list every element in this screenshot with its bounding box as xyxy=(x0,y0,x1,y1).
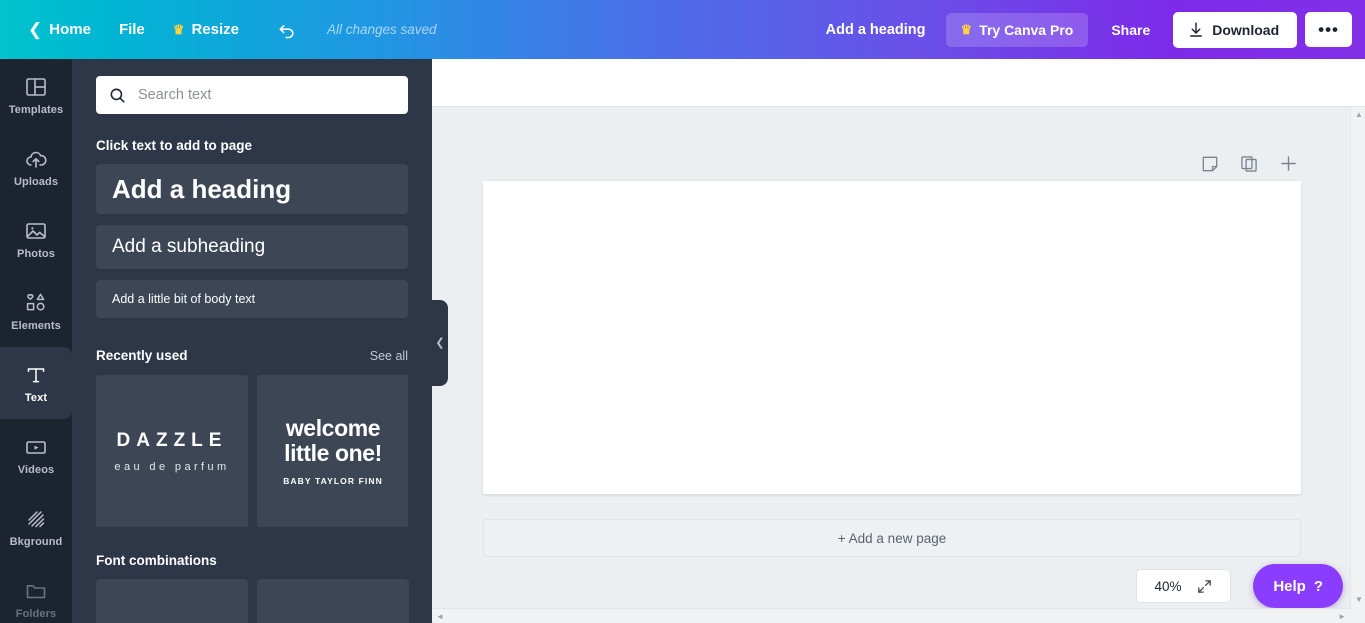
canva-editor: ❮ Home File ♛ Resize All changes saved A… xyxy=(0,0,1365,623)
search-box[interactable] xyxy=(96,76,408,114)
sidebar-label: Bkground xyxy=(9,535,63,548)
scroll-right-arrow[interactable]: ► xyxy=(1338,613,1346,621)
left-rail: Templates Uploads Photos Elements Text V… xyxy=(0,59,72,623)
home-button[interactable]: ❮ Home xyxy=(14,13,105,46)
sidebar-label: Text xyxy=(24,391,48,404)
help-button[interactable]: Help ? xyxy=(1253,564,1343,608)
text-panel: Click text to add to page Add a heading … xyxy=(72,59,432,623)
more-options-button[interactable]: ••• xyxy=(1305,12,1352,47)
home-label: Home xyxy=(49,21,91,38)
try-pro-label: Try Canva Pro xyxy=(979,21,1074,38)
add-new-page-button[interactable]: + Add a new page xyxy=(483,519,1301,557)
sidebar-label: Elements xyxy=(11,319,61,332)
sidebar-label: Folders xyxy=(15,607,57,620)
share-label: Share xyxy=(1111,21,1151,38)
add-heading-item[interactable]: Add a heading xyxy=(96,164,408,214)
resize-label: Resize xyxy=(191,21,239,38)
zoom-control[interactable]: 40% xyxy=(1136,569,1231,603)
duplicate-page-icon[interactable] xyxy=(1239,154,1259,174)
recently-used-title: Recently used xyxy=(96,348,188,363)
thumb-line-3: BABY TAYLOR FINN xyxy=(283,476,383,487)
download-label: Download xyxy=(1212,21,1280,38)
font-combinations-row xyxy=(96,579,409,623)
undo-button[interactable] xyxy=(265,12,309,48)
thumb-line-1: DAZZLE xyxy=(116,429,228,451)
sidebar-item-text[interactable]: Text xyxy=(0,347,72,419)
vertical-scrollbar[interactable]: ▲ ▼ xyxy=(1350,107,1365,608)
document-title-input[interactable]: Add a heading xyxy=(814,14,938,46)
horizontal-scrollbar[interactable]: ◄ ► xyxy=(432,608,1350,623)
crown-icon: ♛ xyxy=(172,22,185,37)
chevron-left-icon: ❮ xyxy=(28,20,43,39)
font-combinations-title: Font combinations xyxy=(96,553,217,568)
top-toolbar-right: Add a heading ♛ Try Canva Pro Share Down… xyxy=(814,11,1365,48)
download-icon xyxy=(1190,22,1203,37)
sidebar-label: Templates xyxy=(8,103,64,116)
thumb-line-1: welcome xyxy=(285,414,381,441)
zoom-level: 40% xyxy=(1154,578,1182,594)
crown-icon: ♛ xyxy=(960,22,973,37)
search-input[interactable] xyxy=(138,87,396,103)
try-canva-pro-button[interactable]: ♛ Try Canva Pro xyxy=(945,12,1089,47)
sidebar-item-folders[interactable]: Folders xyxy=(0,563,72,623)
upload-cloud-icon xyxy=(26,151,47,168)
photo-icon xyxy=(26,222,46,239)
recently-used-header: Recently used See all xyxy=(96,348,408,363)
list-item[interactable] xyxy=(257,579,409,623)
click-text-hint: Click text to add to page xyxy=(96,138,253,153)
sidebar-item-videos[interactable]: Videos xyxy=(0,419,72,491)
text-t-icon xyxy=(27,367,45,382)
list-item[interactable]: welcome little one! BABY TAYLOR FINN xyxy=(257,375,408,527)
sidebar-label: Videos xyxy=(17,463,55,476)
help-label: Help xyxy=(1273,577,1306,595)
sidebar-label: Uploads xyxy=(13,175,59,188)
sidebar-item-bkground[interactable]: Bkground xyxy=(0,491,72,563)
add-body-text-item[interactable]: Add a little bit of body text xyxy=(96,280,408,318)
undo-arrow-icon xyxy=(279,24,294,38)
shapes-icon xyxy=(26,293,45,311)
top-toolbar: ❮ Home File ♛ Resize All changes saved A… xyxy=(0,0,1365,59)
see-all-link[interactable]: See all xyxy=(370,349,408,363)
canvas-toolbar xyxy=(432,59,1365,107)
list-item[interactable]: DAZZLE eau de parfum xyxy=(96,375,248,527)
video-icon xyxy=(26,440,46,454)
thumb-line-2: little one! xyxy=(284,439,382,466)
sidebar-label: Photos xyxy=(17,247,55,260)
add-page-plus-icon[interactable] xyxy=(1278,153,1299,174)
scrollbar-corner xyxy=(1350,608,1365,623)
resize-button[interactable]: ♛ Resize xyxy=(159,13,253,46)
canvas-area: + Add a new page 40% Help ? ▲ ▼ ◄ ► xyxy=(432,59,1365,623)
thumb-line-2: eau de parfum xyxy=(114,460,230,473)
page-tools xyxy=(1200,153,1299,174)
file-menu-button[interactable]: File xyxy=(105,13,159,46)
sidebar-item-uploads[interactable]: Uploads xyxy=(0,131,72,203)
background-hatch-icon xyxy=(28,510,45,527)
notes-icon[interactable] xyxy=(1200,154,1220,174)
save-status: All changes saved xyxy=(326,22,437,37)
list-item[interactable] xyxy=(96,579,248,623)
expand-arrows-icon[interactable] xyxy=(1196,578,1213,595)
help-question-icon: ? xyxy=(1313,577,1323,595)
scroll-left-arrow[interactable]: ◄ xyxy=(436,613,444,621)
sidebar-item-photos[interactable]: Photos xyxy=(0,203,72,275)
search-icon xyxy=(110,88,125,103)
scroll-down-arrow[interactable]: ▼ xyxy=(1355,596,1363,604)
add-subheading-item[interactable]: Add a subheading xyxy=(96,225,408,269)
share-button[interactable]: Share xyxy=(1096,13,1165,47)
scroll-up-arrow[interactable]: ▲ xyxy=(1355,111,1363,119)
download-button[interactable]: Download xyxy=(1173,11,1298,48)
chevron-left-icon: ❮ xyxy=(435,336,445,349)
collapse-panel-button[interactable]: ❮ xyxy=(432,300,448,386)
recently-used-carousel: DAZZLE eau de parfum welcome little one!… xyxy=(96,375,408,527)
templates-icon xyxy=(26,77,46,96)
folder-icon xyxy=(26,584,46,598)
top-toolbar-left: ❮ Home File ♛ Resize All changes saved xyxy=(0,12,437,48)
sidebar-item-elements[interactable]: Elements xyxy=(0,275,72,347)
file-label: File xyxy=(118,21,145,38)
design-page[interactable] xyxy=(483,181,1301,494)
sidebar-item-templates[interactable]: Templates xyxy=(0,59,72,131)
